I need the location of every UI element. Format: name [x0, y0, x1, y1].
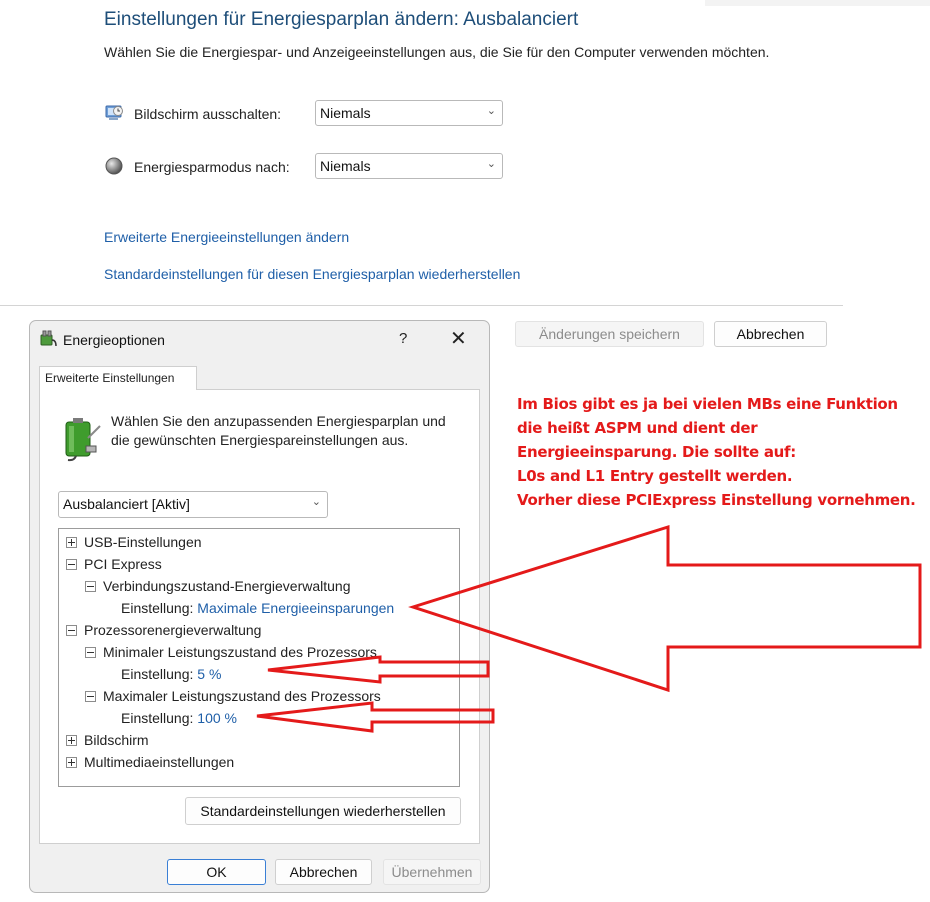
arrow-max-state [256, 701, 495, 733]
arrow-min-state [267, 655, 490, 684]
annotation-arrows [256, 524, 922, 733]
